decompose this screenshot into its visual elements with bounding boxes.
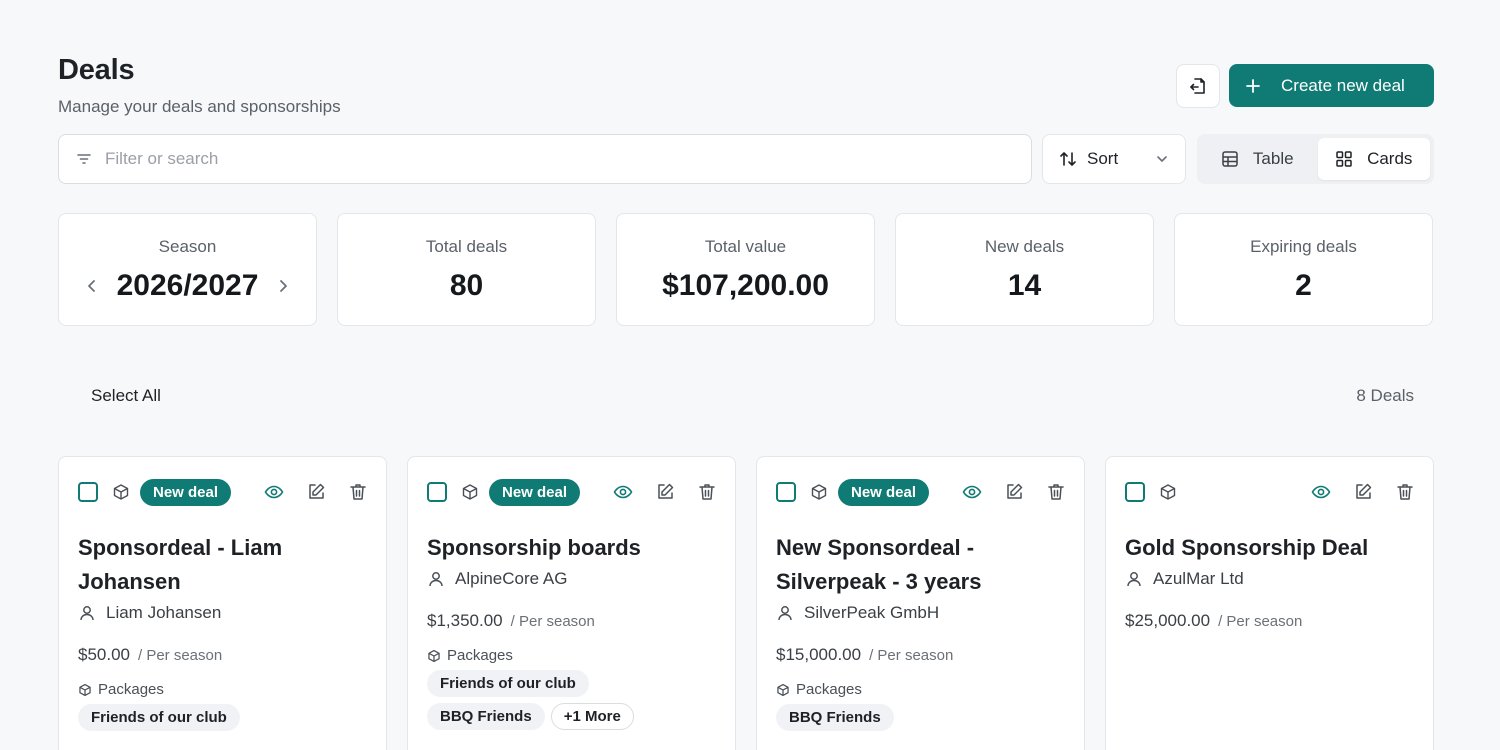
deal-card[interactable]: New deal Sponsorship boards AlpineCore A… (407, 456, 736, 750)
table-icon (1221, 150, 1239, 168)
deal-title: Sponsorship boards (427, 535, 641, 560)
eye-icon[interactable] (613, 482, 633, 502)
edit-icon[interactable] (655, 482, 675, 502)
package-chip: Friends of our club (78, 704, 240, 731)
deal-company: AlpineCore AG (455, 569, 568, 588)
export-button[interactable] (1176, 64, 1220, 108)
deal-checkbox[interactable] (776, 482, 796, 502)
edit-icon[interactable] (1353, 482, 1373, 502)
packages-label: Packages (796, 681, 862, 698)
select-all-button[interactable]: Select All (91, 386, 161, 406)
expiring-deals-label: Expiring deals (1250, 237, 1357, 256)
package-chip: Friends of our club (427, 670, 589, 697)
packages-label: Packages (447, 647, 513, 664)
stat-new-deals: New deals 14 (895, 213, 1154, 326)
deal-card[interactable]: New deal Sponsordeal - Liam Johansen Lia… (58, 456, 387, 750)
new-deal-badge: New deal (489, 478, 581, 506)
deal-company: SilverPeak GmbH (804, 603, 940, 622)
package-icon (1159, 483, 1177, 501)
package-chip: BBQ Friends (427, 703, 545, 730)
total-value-label: Total value (704, 237, 787, 256)
sort-icon (1059, 150, 1077, 168)
total-deals-label: Total deals (425, 237, 508, 256)
expiring-deals-value: 2 (1295, 269, 1312, 302)
more-packages-button[interactable]: +1 More (550, 703, 634, 730)
deal-checkbox[interactable] (78, 482, 98, 502)
total-value-value: $107,200.00 (662, 269, 829, 302)
deal-price: $50.00 (78, 645, 130, 664)
deal-period: / Per season (138, 647, 223, 664)
deal-period: / Per season (869, 647, 954, 664)
package-icon (427, 649, 441, 663)
season-label: Season (158, 237, 217, 256)
sort-dropdown[interactable]: Sort (1042, 134, 1186, 184)
edit-icon[interactable] (1004, 482, 1024, 502)
view-toggle: Table Cards (1197, 134, 1434, 184)
package-icon (112, 483, 130, 501)
package-icon (461, 483, 479, 501)
deal-price: $1,350.00 (427, 611, 503, 630)
deal-price: $15,000.00 (776, 645, 862, 664)
user-icon (78, 604, 96, 622)
packages-label: Packages (98, 681, 164, 698)
view-cards-label: Cards (1367, 149, 1413, 168)
deal-price: $25,000.00 (1125, 611, 1211, 630)
new-deals-label: New deals (984, 237, 1065, 256)
deal-checkbox[interactable] (427, 482, 447, 502)
deal-count: 8 Deals (1356, 386, 1414, 405)
edit-icon[interactable] (306, 482, 326, 502)
page-title: Deals (58, 54, 135, 86)
deal-company: Liam Johansen (106, 603, 222, 622)
deal-card[interactable]: Gold Sponsorship Deal AzulMar Ltd $25,00… (1105, 456, 1434, 750)
deal-title: New Sponsordeal - Silverpeak - 3 years (776, 535, 982, 594)
user-icon (1125, 570, 1143, 588)
chevron-left-icon[interactable] (85, 277, 99, 295)
stat-total-value: Total value $107,200.00 (616, 213, 875, 326)
deal-period: / Per season (510, 613, 595, 630)
trash-icon[interactable] (697, 482, 717, 502)
create-deal-button[interactable]: Create new deal (1229, 64, 1434, 107)
file-export-icon (1188, 76, 1208, 96)
new-deals-value: 14 (1007, 269, 1042, 302)
page-subtitle: Manage your deals and sponsorships (58, 97, 341, 116)
deal-title: Sponsordeal - Liam Johansen (78, 535, 283, 594)
view-cards-button[interactable]: Cards (1317, 138, 1430, 180)
grid-icon (1335, 150, 1353, 168)
page-header: Deals Manage your deals and sponsorships (58, 54, 341, 117)
package-icon (776, 683, 790, 697)
package-chip: BBQ Friends (776, 704, 894, 731)
deal-company: AzulMar Ltd (1153, 569, 1244, 588)
view-table-button[interactable]: Table (1201, 138, 1314, 180)
plus-icon (1245, 78, 1261, 94)
new-deal-badge: New deal (140, 478, 232, 506)
trash-icon[interactable] (1046, 482, 1066, 502)
create-deal-label: Create new deal (1281, 75, 1405, 95)
eye-icon[interactable] (1311, 482, 1331, 502)
filter-icon (75, 150, 93, 168)
package-icon (810, 483, 828, 501)
chevron-down-icon (1155, 152, 1169, 166)
view-table-label: Table (1252, 149, 1294, 168)
season-value: 2026/2027 (116, 269, 259, 302)
stat-total-deals: Total deals 80 (337, 213, 596, 326)
chevron-right-icon[interactable] (276, 277, 290, 295)
user-icon (776, 604, 794, 622)
user-icon (427, 570, 445, 588)
deal-checkbox[interactable] (1125, 482, 1145, 502)
search-input[interactable] (105, 149, 1031, 169)
stat-expiring-deals: Expiring deals 2 (1174, 213, 1433, 326)
search-box (58, 134, 1032, 184)
stat-season: Season 2026/2027 (58, 213, 317, 326)
new-deal-badge: New deal (838, 478, 930, 506)
deal-card[interactable]: New deal New Sponsordeal - Silverpeak - … (756, 456, 1085, 750)
total-deals-value: 80 (449, 269, 484, 302)
package-icon (78, 683, 92, 697)
eye-icon[interactable] (264, 482, 284, 502)
eye-icon[interactable] (962, 482, 982, 502)
deal-title: Gold Sponsorship Deal (1125, 535, 1369, 560)
trash-icon[interactable] (1395, 482, 1415, 502)
sort-label: Sort (1087, 149, 1119, 168)
trash-icon[interactable] (348, 482, 368, 502)
deal-period: / Per season (1218, 613, 1303, 630)
